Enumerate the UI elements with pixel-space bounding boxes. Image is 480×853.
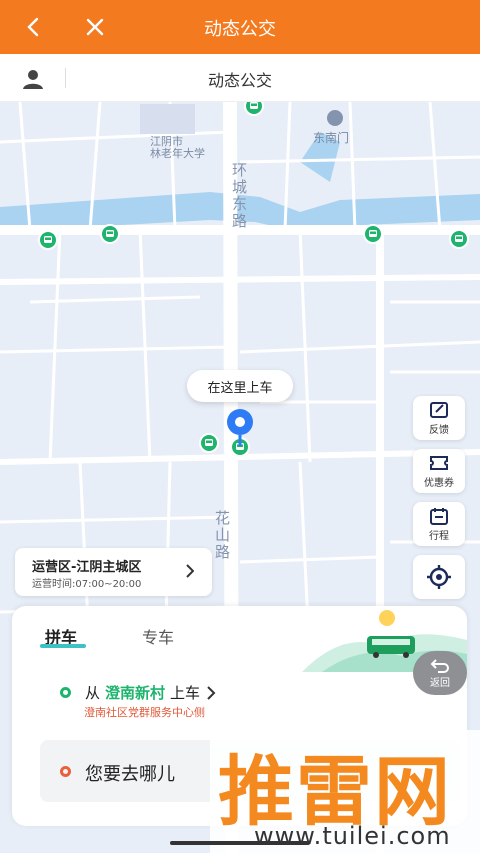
trip-label: 行程 bbox=[429, 530, 449, 542]
pickup-row[interactable]: 从 澄南新村 上车 bbox=[60, 682, 216, 703]
tab-active-indicator bbox=[40, 644, 86, 648]
bus-stop-icon[interactable] bbox=[363, 224, 383, 244]
return-label: 返回 bbox=[430, 677, 450, 689]
trip-button[interactable]: 行程 bbox=[413, 502, 465, 546]
trip-icon bbox=[430, 507, 448, 525]
return-icon bbox=[430, 658, 449, 673]
page-title: 动态公交 bbox=[204, 19, 276, 40]
bus-stop-icon[interactable] bbox=[100, 224, 120, 244]
return-button[interactable]: 返回 bbox=[413, 651, 467, 695]
bus-stop-icon[interactable] bbox=[199, 433, 219, 453]
gate-icon bbox=[327, 110, 343, 126]
pickup-prefix: 从 bbox=[85, 684, 101, 702]
home-indicator[interactable] bbox=[170, 841, 310, 845]
pickup-dot-icon bbox=[60, 687, 71, 698]
map-label-gate: 东南门 bbox=[313, 131, 350, 145]
pickup-landmark: 澄南社区党群服务中心侧 bbox=[84, 706, 205, 719]
service-hours: 运营时间:07:00~20:00 bbox=[32, 579, 142, 590]
locate-button[interactable] bbox=[413, 555, 465, 599]
locate-icon bbox=[427, 565, 451, 589]
tab-private-car[interactable]: 专车 bbox=[142, 624, 174, 648]
coupon-icon bbox=[430, 455, 448, 470]
watermark: 推雷网 www.tuilei.com bbox=[210, 730, 480, 853]
feedback-button[interactable]: 反馈 bbox=[413, 396, 465, 440]
service-area-card[interactable]: 运营区-江阴主城区 运营时间:07:00~20:00 bbox=[15, 548, 212, 596]
map-label-road-huancheng: 环城东路 bbox=[230, 162, 248, 230]
watermark-url: www.tuilei.com bbox=[254, 822, 451, 850]
destination-placeholder: 您要去哪儿 bbox=[85, 764, 175, 785]
chevron-right-icon bbox=[207, 685, 216, 700]
coupon-button[interactable]: 优惠券 bbox=[413, 449, 465, 493]
pickup-suffix: 上车 bbox=[170, 684, 201, 702]
service-area-name: 运营区-江阴主城区 bbox=[32, 560, 142, 575]
coupon-label: 优惠券 bbox=[424, 477, 454, 489]
sub-title: 动态公交 bbox=[207, 71, 272, 90]
chevron-right-icon bbox=[186, 564, 195, 582]
top-bar: 动态公交 bbox=[0, 0, 480, 54]
map-label-school: 江阴市 林老年大学 bbox=[150, 135, 205, 160]
feedback-icon bbox=[430, 401, 448, 418]
pickup-bubble[interactable]: 在这里上车 bbox=[187, 370, 293, 402]
location-pin-icon[interactable] bbox=[225, 408, 255, 448]
pickup-station: 澄南新村 bbox=[105, 684, 166, 702]
destination-dot-icon bbox=[60, 766, 71, 777]
map-label-road-huashan: 花山路 bbox=[213, 510, 231, 561]
bus-stop-icon[interactable] bbox=[449, 229, 469, 249]
sub-header: 动态公交 bbox=[0, 54, 480, 102]
bus-stop-icon[interactable] bbox=[38, 230, 58, 250]
feedback-label: 反馈 bbox=[429, 424, 449, 436]
